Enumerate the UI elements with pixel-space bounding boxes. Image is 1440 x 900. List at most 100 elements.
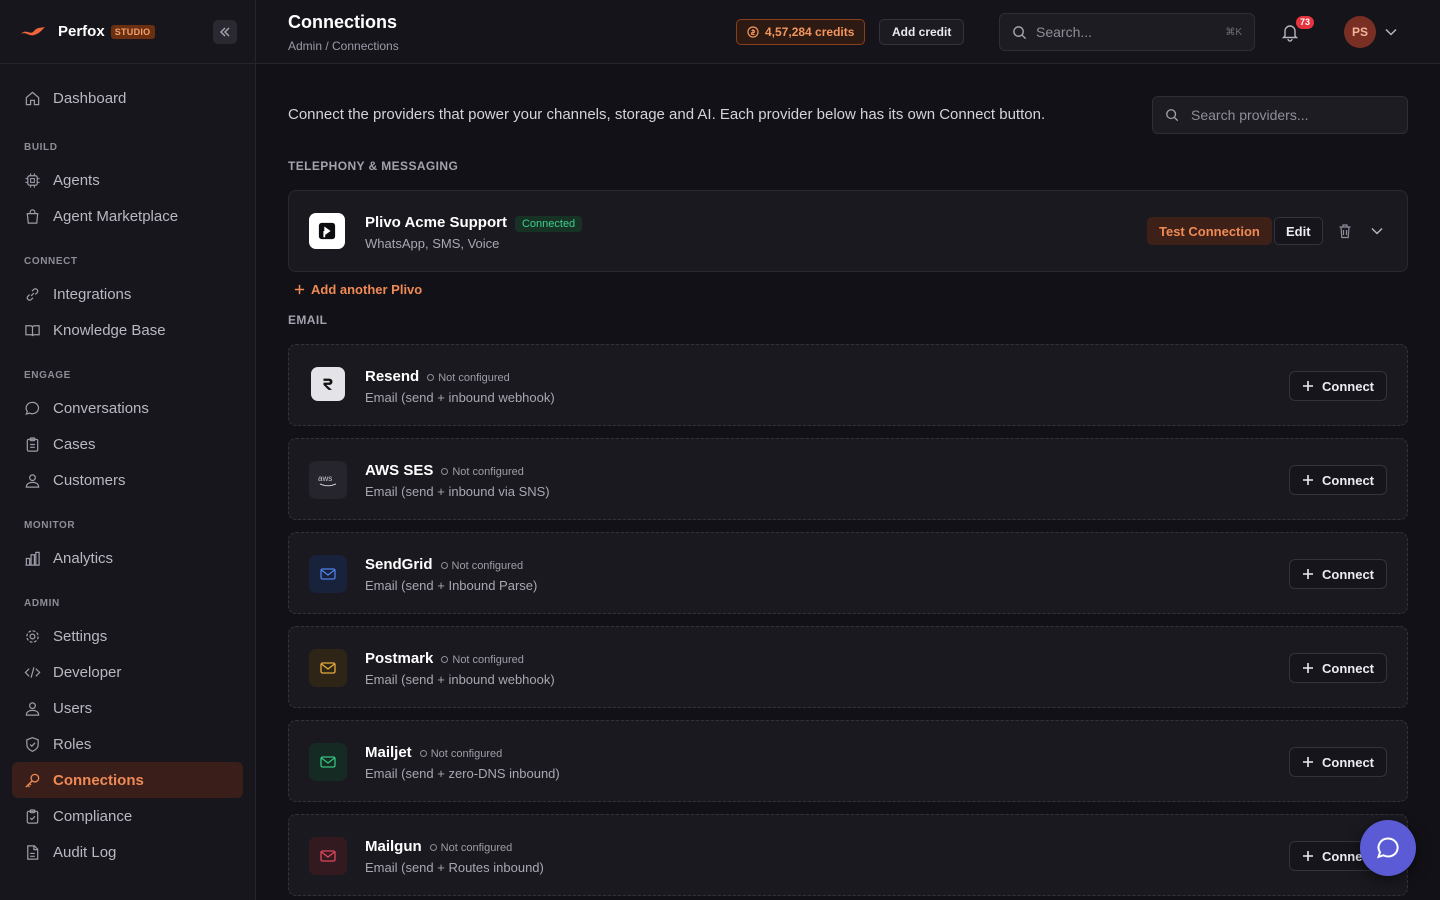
provider-name-text: Mailjet bbox=[365, 744, 412, 761]
sidebar-item-label: Developer bbox=[53, 663, 122, 681]
sidebar-item-developer[interactable]: Developer bbox=[12, 654, 243, 690]
connect-label: Connect bbox=[1322, 566, 1374, 582]
provider-card-resend: Resend Not configured Email (send + inbou… bbox=[288, 344, 1408, 426]
plus-icon bbox=[1303, 475, 1313, 485]
global-search-input[interactable]: Search... ⌘K bbox=[999, 13, 1255, 51]
chevrons-left-icon bbox=[220, 27, 230, 37]
sidebar-item-agents[interactable]: Agents bbox=[12, 162, 243, 198]
sidebar-item-compliance[interactable]: Compliance bbox=[12, 798, 243, 834]
sidebar-item-label: Integrations bbox=[53, 285, 132, 303]
brand-name: Perfox bbox=[58, 23, 105, 40]
provider-name-text: Resend bbox=[365, 368, 420, 385]
connect-button[interactable]: Connect bbox=[1289, 559, 1387, 589]
add-another-label: Add another Plivo bbox=[311, 282, 423, 297]
sidebar-item-label: Roles bbox=[53, 735, 92, 753]
sidebar-item-roles[interactable]: Roles bbox=[12, 726, 243, 762]
edit-button[interactable]: Edit bbox=[1274, 217, 1323, 245]
search-icon bbox=[1166, 109, 1179, 122]
svg-text:aws: aws bbox=[318, 474, 332, 483]
chat-support-button[interactable] bbox=[1360, 820, 1416, 876]
shopping-bag-icon bbox=[26, 208, 39, 224]
clipboard-check-icon bbox=[26, 808, 39, 824]
mailgun-logo-icon bbox=[309, 837, 347, 875]
sidebar-item-knowledge-base[interactable]: Knowledge Base bbox=[12, 312, 243, 348]
gear-icon bbox=[26, 629, 39, 643]
clipboard-icon bbox=[26, 436, 39, 452]
brand: Perfox STUDIO bbox=[0, 0, 255, 64]
trash-icon[interactable] bbox=[1338, 223, 1352, 239]
mail-icon bbox=[320, 850, 336, 862]
connect-button[interactable]: Connect bbox=[1289, 465, 1387, 495]
notification-count-badge: 73 bbox=[1296, 16, 1315, 29]
connect-button[interactable]: Connect bbox=[1289, 371, 1387, 401]
sidebar-item-dashboard[interactable]: Dashboard bbox=[12, 80, 243, 116]
provider-description: Email (send + Inbound Parse) bbox=[365, 578, 538, 593]
status-text: Not configured bbox=[452, 465, 524, 478]
collapse-sidebar-button[interactable] bbox=[213, 20, 237, 44]
chat-icon bbox=[25, 401, 40, 415]
brand-tag: STUDIO bbox=[110, 24, 155, 39]
provider-name: SendGrid Not configured bbox=[365, 556, 523, 573]
chevron-down-icon[interactable] bbox=[1370, 224, 1384, 238]
connect-label: Connect bbox=[1322, 660, 1374, 676]
sidebar-item-label: Dashboard bbox=[53, 89, 127, 107]
section-title-email: EMAIL bbox=[288, 313, 328, 327]
sidebar-item-label: Analytics bbox=[53, 549, 114, 567]
sidebar-item-connections[interactable]: Connections bbox=[12, 762, 243, 798]
avatar[interactable]: PS bbox=[1344, 16, 1376, 48]
sendgrid-logo-icon bbox=[309, 555, 347, 593]
provider-description: Email (send + inbound webhook) bbox=[365, 672, 555, 687]
breadcrumb: Admin / Connections bbox=[288, 39, 399, 53]
sidebar-item-label: Conversations bbox=[53, 399, 149, 417]
user-icon bbox=[25, 701, 40, 716]
connect-button[interactable]: Connect bbox=[1289, 653, 1387, 683]
provider-name-text: AWS SES bbox=[365, 462, 434, 479]
connect-label: Connect bbox=[1322, 472, 1374, 488]
sidebar-section-connect: CONNECT bbox=[24, 255, 78, 267]
credits-badge[interactable]: 4,57,284 credits bbox=[736, 19, 866, 45]
add-credit-button[interactable]: Add credit bbox=[879, 19, 965, 45]
mailjet-logo-icon bbox=[309, 743, 347, 781]
search-shortcut: ⌘K bbox=[1225, 26, 1242, 38]
sidebar-item-integrations[interactable]: Integrations bbox=[12, 276, 243, 312]
provider-card-sendgrid: SendGrid Not configured Email (send + Inb… bbox=[288, 532, 1408, 614]
status-dot bbox=[441, 468, 449, 475]
chevron-down-icon[interactable] bbox=[1384, 26, 1398, 38]
status-dot bbox=[441, 656, 449, 663]
provider-card-mailgun: Mailgun Not configured Email (send + Rout… bbox=[288, 814, 1408, 896]
sidebar-item-audit-log[interactable]: Audit Log bbox=[12, 834, 243, 870]
sidebar-item-analytics[interactable]: Analytics bbox=[12, 540, 243, 576]
sidebar-item-agent-marketplace[interactable]: Agent Marketplace bbox=[12, 198, 243, 234]
sidebar-section-monitor: MONITOR bbox=[24, 519, 76, 531]
status-text: Not configured bbox=[451, 559, 524, 572]
status-dot bbox=[440, 562, 448, 569]
aws-logo-icon: aws bbox=[309, 461, 347, 499]
status-dot bbox=[427, 374, 435, 381]
home-icon bbox=[25, 91, 40, 105]
provider-name-text: SendGrid bbox=[365, 556, 433, 573]
provider-search-input[interactable]: Search providers... bbox=[1152, 96, 1408, 134]
test-connection-button[interactable]: Test Connection bbox=[1147, 217, 1272, 245]
mail-icon bbox=[320, 662, 336, 674]
sidebar-item-label: Connections bbox=[53, 771, 144, 789]
cpu-icon bbox=[25, 172, 40, 188]
section-title-telephony: TELEPHONY & MESSAGING bbox=[288, 159, 459, 173]
provider-name: Plivo Acme Support Connected bbox=[365, 214, 583, 232]
sidebar-item-conversations[interactable]: Conversations bbox=[12, 390, 243, 426]
coin-icon bbox=[747, 26, 759, 38]
connect-button[interactable]: Connect bbox=[1289, 747, 1387, 777]
sidebar-item-settings[interactable]: Settings bbox=[12, 618, 243, 654]
add-another-plivo-button[interactable]: Add another Plivo bbox=[294, 282, 422, 297]
provider-card-aws-ses: aws AWS SES Not configured Email (send + … bbox=[288, 438, 1408, 520]
status-badge: Not configured bbox=[419, 747, 503, 760]
provider-name: Mailgun Not configured bbox=[365, 838, 512, 855]
status-text: Not configured bbox=[430, 747, 503, 760]
sidebar-item-customers[interactable]: Customers bbox=[12, 462, 243, 498]
key-icon bbox=[25, 773, 40, 788]
provider-description: Email (send + inbound webhook) bbox=[365, 390, 555, 405]
sidebar-item-users[interactable]: Users bbox=[12, 690, 243, 726]
sidebar-item-cases[interactable]: Cases bbox=[12, 426, 243, 462]
plus-icon bbox=[1303, 569, 1313, 579]
provider-name: Postmark Not configured bbox=[365, 650, 524, 667]
top-header: Connections Admin / Connections 4,57,284… bbox=[256, 0, 1440, 64]
